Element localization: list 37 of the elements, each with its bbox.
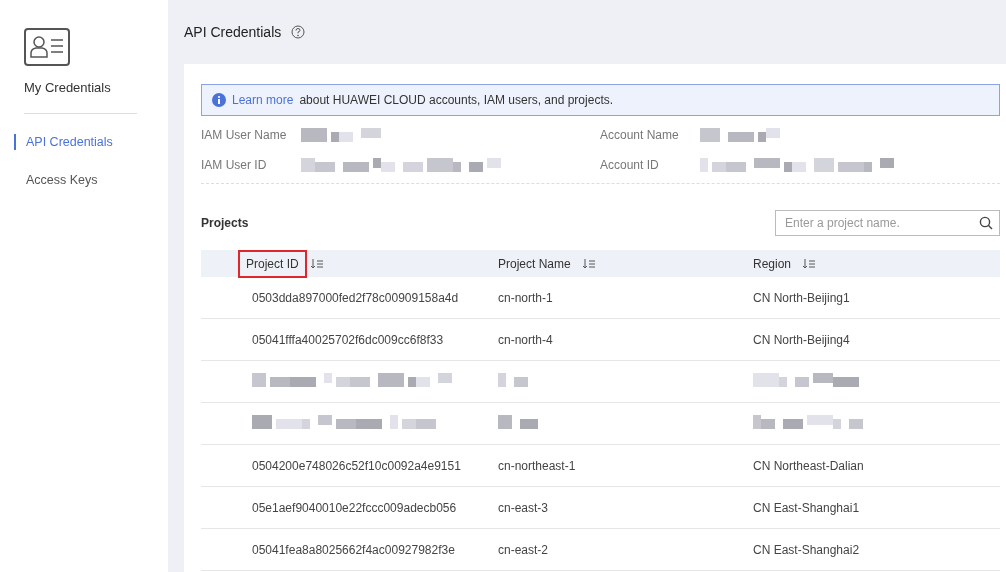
sort-icon[interactable] [582,259,595,269]
sidebar-title: My Credentials [24,80,112,95]
table-cell: CN North-Beijing1 [753,290,850,305]
sidebar-item[interactable]: Access Keys [14,172,168,188]
table-cell: cn-northeast-1 [498,458,576,473]
search-field[interactable]: Enter a project name. [775,210,1000,236]
table-cell: cn-east-3 [498,500,549,515]
field-label: IAM User Name [201,127,285,142]
column-header[interactable]: Project ID [238,250,307,278]
page-title: API Credentials [184,24,282,40]
section-title: Projects [201,216,249,230]
search-icon[interactable] [979,216,993,230]
table-cell: 0503dda897000fed2f78c00909158a4d [252,290,459,305]
notice-text: about HUAWEI CLOUD accounts, IAM users, and projects. [299,93,614,107]
table-cell: cn-north-1 [498,290,553,305]
table-cell: 0504200e748026c52f10c0092a4e9151 [252,458,461,473]
table-cell: CN North-Beijing4 [753,332,850,347]
column-header[interactable]: Project Name [498,250,579,278]
sort-icon[interactable] [803,259,816,269]
column-header[interactable]: Region [753,250,800,278]
table-cell: 05e1aef9040010e22fccc009adecb056 [252,500,457,515]
table-cell: 05041fea8a8025662f4ac00927982f3e [252,542,455,557]
credential-card-icon [24,28,70,66]
table-cell: CN Northeast-Dalian [753,458,864,473]
help-icon[interactable] [291,25,306,39]
sort-icon[interactable] [310,259,323,269]
table-cell: 05041fffa40025702f6dc009cc6f8f33 [252,332,444,347]
field-label: Account ID [600,157,660,172]
field-label: IAM User ID [201,157,268,172]
learn-more-link[interactable]: Learn more [232,93,294,107]
table-cell: CN East-Shanghai2 [753,542,860,557]
table-cell: cn-north-4 [498,332,553,347]
info-icon [212,93,226,107]
table-cell: cn-east-2 [498,542,549,557]
blurred-value [498,415,538,429]
table-cell: CN East-Shanghai1 [753,500,860,515]
field-label: Account Name [600,127,680,142]
